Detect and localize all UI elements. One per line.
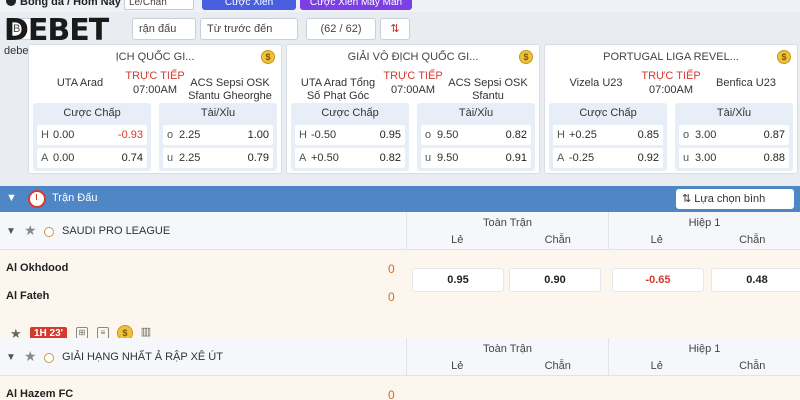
matches-header: ▼ Trận Đấu ⇅ Lựa chọn bình thường ▾ — [0, 186, 800, 225]
away-team: Al Fateh — [6, 290, 50, 302]
column-even: Chẵn — [544, 360, 571, 372]
sort-select[interactable]: ⇅ Lựa chọn bình thường ▾ — [676, 189, 794, 225]
odd-button[interactable]: o 3.00 0.87 — [679, 125, 789, 145]
matches-title: Trận Đấu — [52, 192, 98, 204]
market-group-fulltime: Toàn Trận Lẻ Chẵn — [406, 338, 608, 376]
handicap-label: Cược Chấp — [321, 107, 379, 119]
odd-button[interactable]: A -0.25 0.92 — [553, 148, 663, 168]
column-even: Chẵn — [544, 234, 571, 246]
logo-wordmark: DEBET — [4, 13, 109, 48]
league-flag-icon — [44, 353, 54, 363]
top-toolbar: Bóng đá / Hôm Nay Lẻ/Chẵn Cược Xiên Cược… — [0, 0, 800, 12]
league-header[interactable]: ▼ ★ SAUDI PRO LEAGUE Toàn Trận Lẻ Chẵn H… — [0, 212, 800, 250]
handicap-market: Cược Chấp H 0.00 -0.93 A 0.00 0.74 — [33, 103, 151, 171]
odd-button[interactable]: u 3.00 0.88 — [679, 148, 789, 168]
column-odd: Lẻ — [451, 360, 464, 372]
featured-match-card[interactable]: PORTUGAL LIGA REVEL... $ Vizela U23 TRỰC… — [544, 44, 798, 174]
card-league: ỊCH QUỐC GI... — [115, 51, 195, 63]
over-under-label: Tài/Xỉu — [458, 107, 494, 119]
away-score: 0 — [388, 290, 395, 304]
home-team: Al Hazem FC — [6, 388, 74, 400]
chevron-down-icon[interactable]: ▼ — [6, 192, 17, 204]
league-name: GIẢI HẠNG NHẤT Ả RẬP XÊ ÚT — [62, 351, 223, 363]
market-group-fulltime: Toàn Trận Lẻ Chẵn — [406, 212, 608, 250]
league-flag-icon — [44, 227, 54, 237]
bet-type-select[interactable]: Lẻ/Chẵn — [124, 0, 194, 10]
odd-button[interactable]: u 9.50 0.91 — [421, 148, 531, 168]
market-group-half1: Hiệp 1 Lẻ Chẵn — [608, 212, 800, 250]
league-section: ▼ ★ SAUDI PRO LEAGUE Toàn Trận Lẻ Chẵn H… — [0, 212, 800, 346]
league-count[interactable]: (62 / 62) Giải — [306, 18, 376, 55]
league-name: SAUDI PRO LEAGUE — [62, 225, 171, 237]
market-group-title: Toàn Trận — [483, 343, 532, 355]
sort-updown-icon[interactable]: ⇅ — [380, 18, 410, 40]
match-row: Al Okhdood Al Fateh 0 0 0.95 0.90 -0.65 … — [0, 250, 800, 322]
over-under-market: Tài/Xỉu o 9.50 0.82 u 9.50 0.91 — [417, 103, 535, 171]
market-group-title: Hiệp 1 — [688, 217, 721, 229]
coin-icon: $ — [519, 50, 533, 64]
league-header[interactable]: ▼ ★ GIẢI HẠNG NHẤT Ả RẬP XÊ ÚT Toàn Trận… — [0, 338, 800, 376]
market-group-title: Hiệp 1 — [688, 343, 721, 355]
league-section: ▼ ★ GIẢI HẠNG NHẤT Ả RẬP XÊ ÚT Toàn Trận… — [0, 338, 800, 400]
column-even: Chẵn — [739, 234, 766, 246]
handicap-market: Cược Chấp H +0.25 0.85 A -0.25 0.92 — [549, 103, 667, 171]
clock-icon — [28, 190, 46, 208]
odd-button[interactable]: o 2.25 1.00 — [163, 125, 273, 145]
over-under-market: Tài/Xỉu o 3.00 0.87 u 3.00 0.88 — [675, 103, 793, 171]
card-league: PORTUGAL LIGA REVEL... — [603, 51, 739, 63]
odd-button[interactable]: -0.65 — [612, 268, 704, 292]
featured-match-card[interactable]: GIẢI VÔ ĐỊCH QUỐC GI... $ UTA Arad Tổng … — [286, 44, 540, 174]
coin-icon: $ — [777, 50, 791, 64]
over-under-market: Tài/Xỉu o 2.25 1.00 u 2.25 0.79 — [159, 103, 277, 171]
odd-button[interactable]: u 2.25 0.79 — [163, 148, 273, 168]
lucky-parlay-button[interactable]: Cược Xiên May Mắn — [300, 0, 412, 10]
sport-label[interactable]: Bóng đá / Hôm Nay — [6, 0, 121, 8]
handicap-label: Cược Chấp — [579, 107, 637, 119]
odd-button[interactable]: o 9.50 0.82 — [421, 125, 531, 145]
soccer-ball-icon — [6, 0, 16, 6]
filter-chip-period[interactable]: Từ trước đến nay — [200, 18, 298, 55]
column-odd: Lẻ — [650, 360, 663, 372]
featured-match-card[interactable]: ỊCH QUỐC GI... $ UTA Arad TRỰC TIẾP 07:0… — [28, 44, 282, 174]
card-away-team: Benfica U23 — [716, 77, 776, 89]
market-group-title: Toàn Trận — [483, 217, 532, 229]
column-odd: Lẻ — [451, 234, 464, 246]
chevron-down-icon[interactable]: ▼ — [6, 352, 16, 363]
odd-button[interactable]: H +0.25 0.85 — [553, 125, 663, 145]
column-odd: Lẻ — [650, 234, 663, 246]
odd-button[interactable]: 0.95 — [412, 268, 504, 292]
odd-button[interactable]: 0.48 — [711, 268, 800, 292]
market-group-half1: Hiệp 1 Lẻ Chẵn — [608, 338, 800, 376]
handicap-label: Cược Chấp — [63, 107, 121, 119]
coin-icon: $ — [261, 50, 275, 64]
card-away-team: ACS Sepsi OSK Sfantu Gheorghe — [188, 77, 272, 102]
card-league: GIẢI VÔ ĐỊCH QUỐC GI... — [347, 51, 479, 63]
odd-button[interactable]: H 0.00 -0.93 — [37, 125, 147, 145]
over-under-label: Tài/Xỉu — [716, 107, 752, 119]
odd-button[interactable]: A 0.00 0.74 — [37, 148, 147, 168]
odd-button[interactable]: H -0.50 0.95 — [295, 125, 405, 145]
odd-button[interactable]: A +0.50 0.82 — [295, 148, 405, 168]
sport-label-text: Bóng đá / Hôm Nay — [20, 0, 121, 8]
chevron-down-icon[interactable]: ▼ — [6, 226, 16, 237]
home-team: Al Okhdood — [6, 262, 69, 274]
home-score: 0 — [388, 388, 395, 400]
home-score: 0 — [388, 262, 395, 276]
over-under-label: Tài/Xỉu — [200, 107, 236, 119]
match-row: Al Hazem FC 0 — [0, 376, 800, 400]
column-even: Chẵn — [739, 360, 766, 372]
parlay-button[interactable]: Cược Xiên — [202, 0, 296, 10]
star-icon[interactable]: ★ — [24, 222, 37, 239]
star-icon[interactable]: ★ — [24, 348, 37, 365]
handicap-market: Cược Chấp H -0.50 0.95 A +0.50 0.82 — [291, 103, 409, 171]
odd-button[interactable]: 0.90 — [509, 268, 601, 292]
